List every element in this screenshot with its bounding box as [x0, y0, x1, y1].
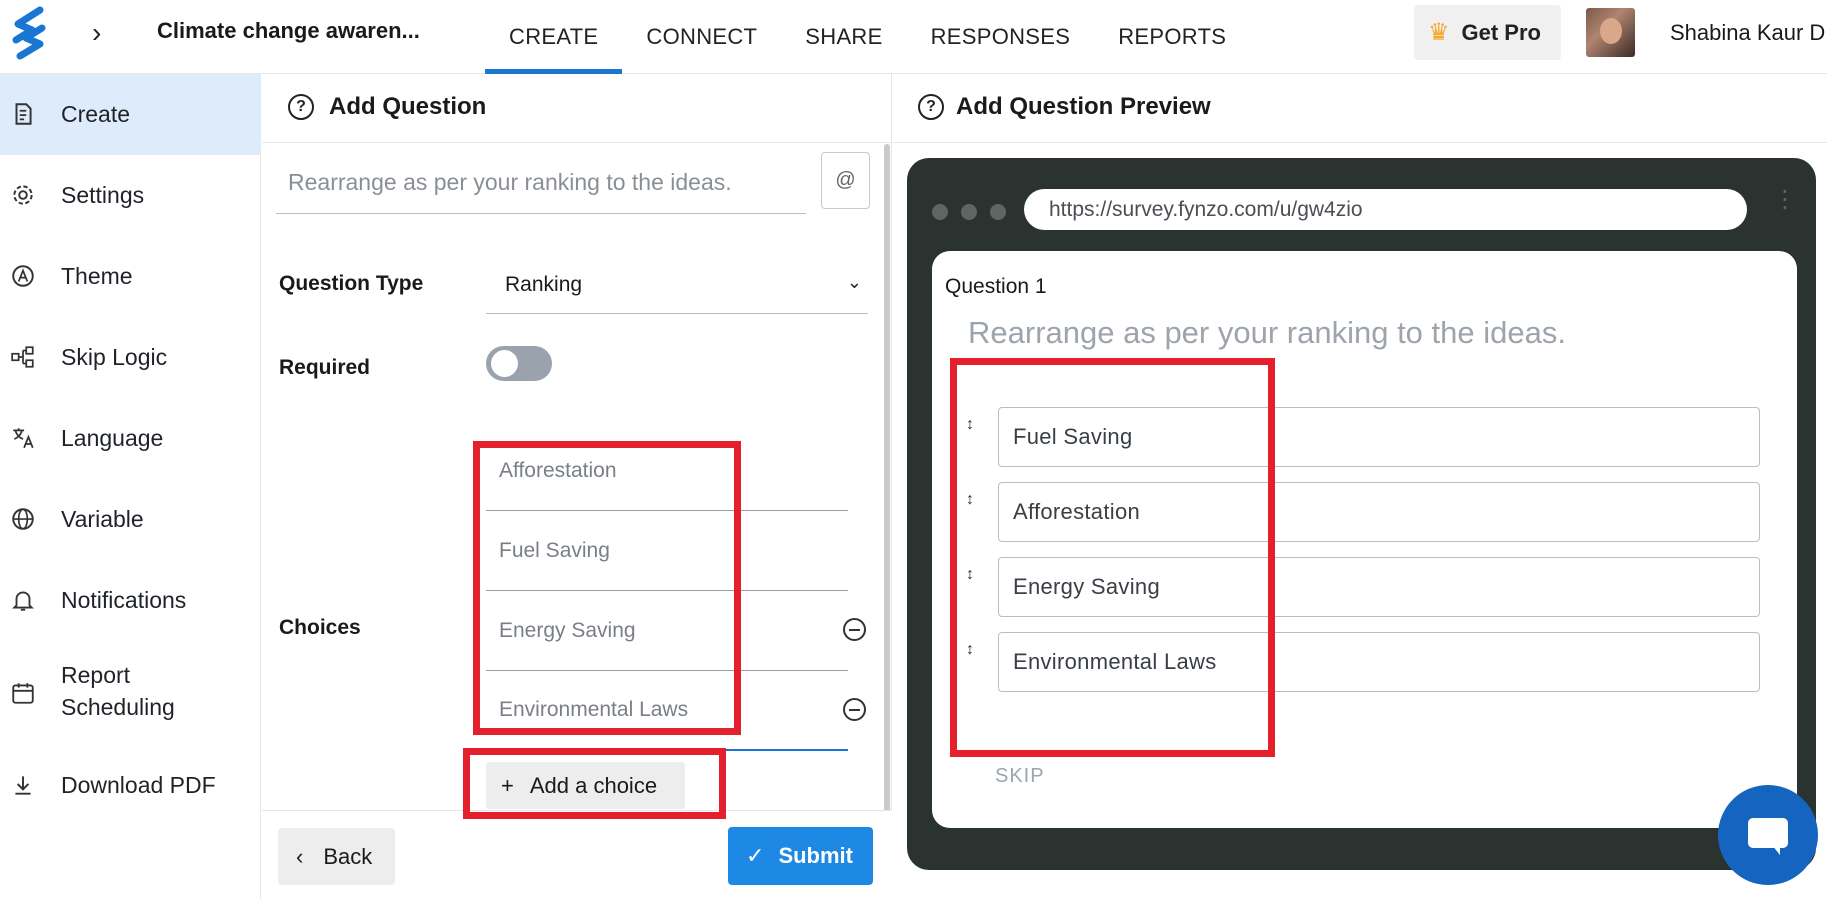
question-type-label: Question Type	[279, 272, 424, 295]
calendar-icon	[12, 683, 34, 704]
sidebar-item-label: Download PDF	[61, 772, 216, 798]
help-icon[interactable]: ?	[288, 94, 314, 120]
sidebar-item-language[interactable]: Language	[0, 398, 261, 479]
remove-choice-icon[interactable]	[843, 618, 866, 641]
check-icon: ✓	[746, 843, 765, 868]
avatar[interactable]	[1586, 8, 1635, 57]
survey-title[interactable]: Climate change awaren...	[157, 18, 420, 44]
chevron-down-icon: ⌄	[846, 272, 862, 292]
skip-button[interactable]: SKIP	[995, 765, 1045, 788]
panel-title: Add Question	[329, 93, 487, 120]
rank-item[interactable]: Environmental Laws	[998, 632, 1760, 692]
url-bar[interactable]: https://survey.fynzo.com/u/gw4zio	[1024, 189, 1747, 230]
bell-icon	[12, 591, 34, 611]
tab-responses[interactable]: RESPONSES	[907, 0, 1095, 74]
question-type-value: Ranking	[505, 272, 583, 296]
chat-widget-button[interactable]	[1718, 785, 1818, 885]
user-name[interactable]: Shabina Kaur D	[1670, 20, 1825, 46]
crown-icon: ♛	[1428, 19, 1450, 46]
translate-icon	[13, 428, 34, 449]
choices-label: Choices	[279, 616, 361, 639]
tab-connect[interactable]: CONNECT	[622, 0, 781, 74]
question-card: Question 1 Rearrange as per your ranking…	[932, 251, 1797, 828]
submit-button[interactable]: ✓ Submit	[728, 827, 873, 885]
choice-input[interactable]: Fuel Saving	[486, 511, 848, 591]
editor-footer: ‹ Back ✓ Submit	[262, 810, 892, 899]
document-icon	[15, 103, 32, 125]
help-icon[interactable]: ?	[918, 94, 944, 120]
chat-icon	[1748, 818, 1788, 855]
sidebar-item-notifications[interactable]: Notifications	[0, 560, 261, 641]
submit-label: Submit	[778, 843, 853, 868]
rank-item[interactable]: Afforestation	[998, 482, 1760, 542]
preview-header: ? Add Question Preview	[893, 74, 1827, 143]
back-button[interactable]: ‹ Back	[278, 828, 395, 885]
choice-input[interactable]: Environmental Laws	[486, 671, 848, 751]
app-logo-icon[interactable]	[10, 6, 50, 60]
tab-share[interactable]: SHARE	[781, 0, 906, 74]
choice-input[interactable]: Afforestation	[486, 431, 848, 511]
main-nav: CREATE CONNECT SHARE RESPONSES REPORTS	[485, 0, 1250, 74]
preview-title: Add Question Preview	[956, 93, 1211, 120]
sidebar-item-settings[interactable]: Settings	[0, 155, 261, 236]
sidebar-item-report-scheduling[interactable]: Report Scheduling	[0, 641, 261, 745]
window-dot-icon	[961, 204, 977, 220]
sidebar-item-download-pdf[interactable]: Download PDF	[0, 745, 261, 826]
drag-handle-icon[interactable]: ↕	[962, 567, 978, 593]
chevron-left-icon: ‹	[296, 843, 304, 869]
add-choice-button[interactable]: + Add a choice	[486, 762, 685, 809]
top-bar: › Climate change awaren... CREATE CONNEC…	[0, 0, 1827, 74]
sidebar-item-label: Skip Logic	[61, 344, 168, 370]
sidebar-item-variable[interactable]: Variable	[0, 479, 261, 560]
question-number: Question 1	[945, 275, 1047, 298]
browser-frame: https://survey.fynzo.com/u/gw4zio ⋮ Ques…	[907, 158, 1816, 870]
required-label: Required	[279, 356, 371, 379]
sidebar-item-label: Report Scheduling	[61, 662, 175, 720]
sidebar-item-label: Create	[61, 101, 131, 127]
sidebar-item-label: Variable	[61, 506, 144, 532]
sidebar: Create Settings Theme Skip Logic Languag…	[0, 74, 261, 899]
tab-reports[interactable]: REPORTS	[1094, 0, 1250, 74]
sidebar-item-skip-logic[interactable]: Skip Logic	[0, 317, 261, 398]
window-dot-icon	[932, 204, 948, 220]
scrollbar[interactable]	[884, 144, 890, 814]
sidebar-item-create[interactable]: Create	[0, 74, 261, 155]
rank-item[interactable]: Fuel Saving	[998, 407, 1760, 467]
get-pro-button[interactable]: ♛ Get Pro	[1414, 5, 1561, 60]
mention-button[interactable]: @	[821, 152, 870, 209]
flow-icon	[11, 346, 34, 368]
panel-header: ? Add Question	[262, 74, 892, 143]
add-choice-label: Add a choice	[529, 772, 658, 798]
remove-choice-icon[interactable]	[843, 698, 866, 721]
required-toggle[interactable]	[486, 346, 552, 381]
sidebar-item-label: Notifications	[61, 587, 187, 613]
get-pro-label: Get Pro	[1461, 19, 1541, 45]
back-label: Back	[323, 843, 373, 869]
theme-icon	[12, 265, 34, 287]
app-root: › Climate change awaren... CREATE CONNEC…	[0, 0, 1827, 899]
kebab-menu-icon: ⋮	[1773, 186, 1797, 213]
sidebar-item-theme[interactable]: Theme	[0, 236, 261, 317]
drag-handle-icon[interactable]: ↕	[962, 642, 978, 668]
choice-input[interactable]: Energy Saving	[486, 591, 848, 671]
window-dot-icon	[990, 204, 1006, 220]
download-icon	[15, 776, 31, 795]
question-text: Rearrange as per your ranking to the ide…	[968, 315, 1566, 350]
toggle-knob	[491, 350, 518, 377]
drag-handle-icon[interactable]: ↕	[962, 417, 978, 443]
sidebar-item-label: Language	[61, 425, 164, 451]
sidebar-item-label: Theme	[61, 263, 133, 289]
globe-icon	[12, 508, 34, 530]
sidebar-item-label: Settings	[61, 182, 145, 208]
plus-icon: +	[501, 772, 514, 798]
preview-panel: ? Add Question Preview https://survey.fy…	[893, 74, 1827, 899]
tab-create[interactable]: CREATE	[485, 0, 623, 74]
drag-handle-icon[interactable]: ↕	[962, 492, 978, 518]
chevron-right-icon[interactable]: ›	[92, 18, 116, 48]
gear-icon	[13, 185, 33, 205]
question-text-input[interactable]	[276, 152, 806, 214]
question-type-select[interactable]: Ranking ⌄	[486, 256, 868, 314]
rank-item[interactable]: Energy Saving	[998, 557, 1760, 617]
add-question-panel: ? Add Question @ Question Type Ranking ⌄…	[262, 74, 892, 899]
